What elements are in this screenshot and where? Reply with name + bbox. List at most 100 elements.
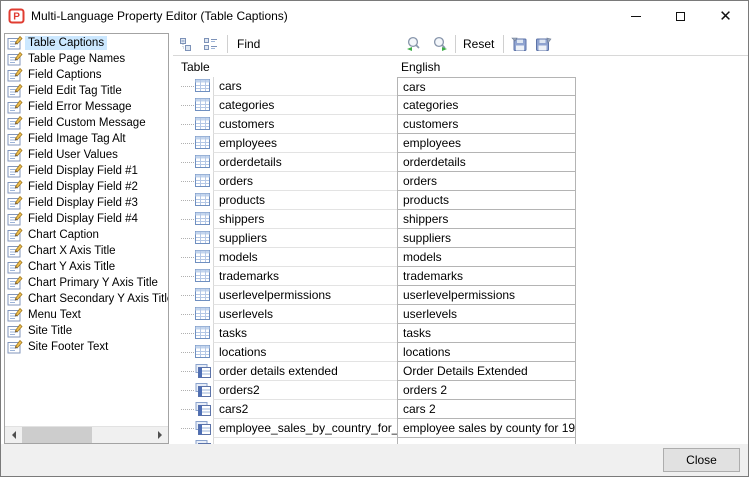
english-caption-cell[interactable]: trademarks (397, 266, 576, 287)
sidebar-item[interactable]: Table Captions (5, 35, 168, 51)
sidebar-item[interactable]: Chart X Axis Title (5, 243, 168, 259)
table-row: products products (175, 191, 746, 210)
table-icon (195, 155, 210, 168)
close-button[interactable]: Close (663, 448, 740, 472)
table-icon (195, 231, 210, 244)
tree-connector (181, 86, 194, 87)
form-edit-icon (7, 259, 23, 275)
table-row: trademarks trademarks (175, 267, 746, 286)
scrollbar-thumb[interactable] (22, 427, 92, 443)
table-icon (195, 288, 210, 301)
sidebar-item[interactable]: Field Display Field #3 (5, 195, 168, 211)
table-row: customers customers (175, 115, 746, 134)
sidebar-item[interactable]: Chart Caption (5, 227, 168, 243)
reset-button[interactable]: Reset (463, 35, 494, 53)
english-caption-cell[interactable]: categories (397, 95, 576, 116)
tree-connector (181, 352, 194, 353)
table-name-cell: shippers (213, 210, 397, 229)
scroll-right-arrow[interactable] (151, 427, 168, 443)
sidebar-item-label: Field Custom Message (25, 116, 149, 130)
expand-list-icon (203, 36, 219, 52)
sidebar-item[interactable]: Field Display Field #2 (5, 179, 168, 195)
table-name-cell: trademarks (213, 267, 397, 286)
sidebar-item[interactable]: Chart Secondary Y Axis Title (5, 291, 168, 307)
sidebar-item[interactable]: Field Image Tag Alt (5, 131, 168, 147)
sidebar-item[interactable]: Table Page Names (5, 51, 168, 67)
titlebar: P Multi-Language Property Editor (Table … (1, 1, 748, 31)
sidebar-item[interactable]: Field Edit Tag Title (5, 83, 168, 99)
sidebar-item[interactable]: Field User Values (5, 147, 168, 163)
table-icon (195, 269, 210, 282)
sidebar-item[interactable]: Field Captions (5, 67, 168, 83)
collapse-tree-button[interactable] (179, 35, 195, 53)
english-caption-cell[interactable]: models (397, 247, 576, 268)
sidebar-item-label: Field Display Field #4 (25, 212, 141, 226)
scroll-left-arrow[interactable] (5, 427, 22, 443)
window-title: Multi-Language Property Editor (Table Ca… (31, 9, 288, 23)
app-logo-icon: P (8, 8, 25, 24)
english-caption-cell[interactable]: employees (397, 133, 576, 154)
english-caption-cell[interactable]: products (397, 190, 576, 211)
english-caption-cell[interactable]: userlevels (397, 304, 576, 325)
english-caption-cell[interactable]: userlevelpermissions (397, 285, 576, 306)
english-caption-cell[interactable]: customers (397, 114, 576, 135)
form-edit-icon (7, 115, 23, 131)
sidebar-item[interactable]: Chart Y Axis Title (5, 259, 168, 275)
english-caption-cell[interactable]: employee sales by county for 1997 (397, 418, 576, 439)
property-category-list: Table Captions Table Page Names (4, 33, 169, 444)
minimize-icon (631, 16, 641, 17)
table-row: tasks tasks (175, 324, 746, 343)
table-row: employee_sales_by_country_for_1997 emplo… (175, 419, 746, 438)
english-caption-cell[interactable]: locations (397, 342, 576, 363)
minimize-button[interactable] (613, 1, 658, 31)
table-row: orders orders (175, 172, 746, 191)
find-next-icon (431, 36, 449, 53)
sidebar-horizontal-scrollbar[interactable] (5, 426, 168, 443)
maximize-button[interactable] (658, 1, 703, 31)
table-row: orderdetails orderdetails (175, 153, 746, 172)
sidebar-item-label: Chart Secondary Y Axis Title (25, 292, 168, 306)
tree-connector (181, 409, 194, 410)
sidebar-item[interactable]: Field Display Field #4 (5, 211, 168, 227)
tree-connector (181, 276, 194, 277)
close-icon: ✕ (719, 9, 732, 24)
english-caption-cell[interactable]: cars 2 (397, 399, 576, 420)
sidebar-item-label: Field User Values (25, 148, 121, 162)
sidebar-item[interactable]: Field Error Message (5, 99, 168, 115)
english-caption-cell[interactable]: cars (397, 77, 576, 97)
english-caption-cell[interactable]: suppliers (397, 228, 576, 249)
table-icon (195, 326, 210, 339)
column-header-english: English (401, 60, 440, 74)
sidebar-item[interactable]: Menu Text (5, 307, 168, 323)
form-edit-icon (7, 83, 23, 99)
find-previous-button[interactable] (405, 35, 423, 53)
form-edit-icon (7, 323, 23, 339)
form-edit-icon (7, 195, 23, 211)
sidebar-item[interactable]: Chart Primary Y Axis Title (5, 275, 168, 291)
tree-connector (181, 238, 194, 239)
table-name-cell: cars2 (213, 400, 397, 419)
sidebar-item[interactable]: Site Footer Text (5, 339, 168, 355)
load-file-button[interactable] (511, 35, 528, 53)
english-caption-cell[interactable]: orderdetails (397, 152, 576, 173)
sidebar-item[interactable]: Field Display Field #1 (5, 163, 168, 179)
find-next-button[interactable] (431, 35, 449, 53)
english-caption-cell[interactable]: shippers (397, 209, 576, 230)
expand-list-button[interactable] (203, 35, 219, 53)
english-caption-cell[interactable]: orders 2 (397, 380, 576, 401)
toolbar-separator (227, 35, 228, 53)
find-button[interactable]: Find (237, 35, 260, 53)
sidebar-item[interactable]: Field Custom Message (5, 115, 168, 131)
sidebar-item[interactable]: Site Title (5, 323, 168, 339)
form-edit-icon (7, 211, 23, 227)
table-name-cell: customers (213, 115, 397, 134)
sidebar-item-label: Field Captions (25, 68, 105, 82)
english-caption-cell[interactable]: Order Details Extended (397, 361, 576, 382)
table-row: cars2 cars 2 (175, 400, 746, 419)
english-caption-cell[interactable]: tasks (397, 323, 576, 344)
english-caption-cell[interactable]: orders (397, 171, 576, 192)
save-file-button[interactable] (535, 35, 552, 53)
close-window-button[interactable]: ✕ (703, 1, 748, 31)
find-label: Find (237, 37, 260, 51)
sidebar-item-label: Menu Text (25, 308, 84, 322)
